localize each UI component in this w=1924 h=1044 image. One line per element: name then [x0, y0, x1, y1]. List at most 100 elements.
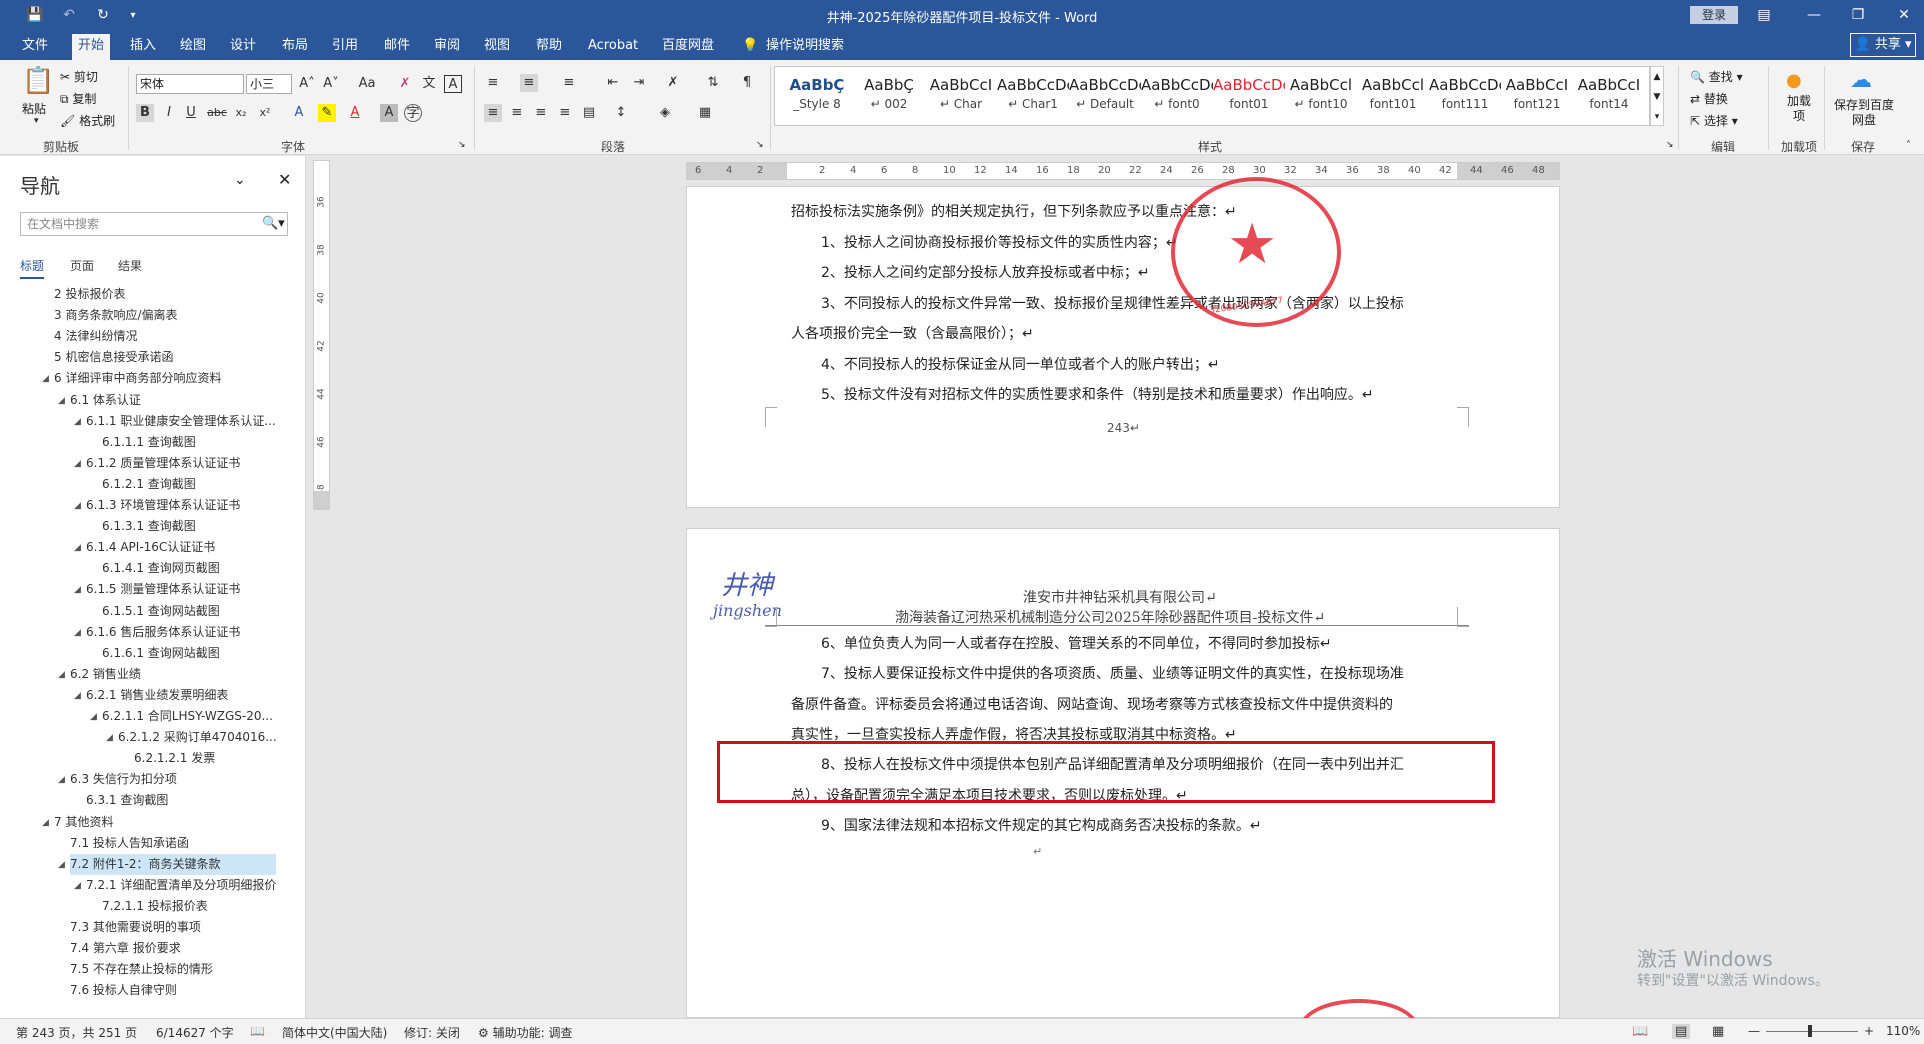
text-effects-icon[interactable]: A	[290, 104, 308, 122]
nav-heading-item[interactable]: 6.1.2 质量管理体系认证证书	[86, 453, 240, 474]
zoom-out-icon[interactable]: —	[1748, 1024, 1760, 1038]
nav-tab-pages[interactable]: 页面	[70, 257, 94, 274]
nav-heading-item[interactable]: 6.1.6 售后服务体系认证证书	[86, 622, 240, 643]
nav-heading-item[interactable]: 7 其他资料	[54, 812, 113, 833]
nav-heading-item[interactable]: 6.2.1 销售业绩发票明细表	[86, 685, 228, 706]
nav-heading-item[interactable]: 6.1.5 测量管理体系认证证书	[86, 579, 240, 600]
proofing-icon[interactable]: 📖	[250, 1024, 265, 1038]
format-painter-button[interactable]: 🖌 格式刷	[60, 112, 115, 129]
ribbon-display-icon[interactable]: ▤	[1752, 4, 1776, 26]
style-item[interactable]: AaBbÇ _Style 8	[781, 73, 853, 121]
styles-scroll[interactable]: ▲ ▼ ▾	[1650, 66, 1664, 126]
nav-heading-item[interactable]: 6.1.3.1 查询截图	[102, 516, 196, 537]
addin-button[interactable]: 加载项	[1784, 94, 1814, 124]
nav-heading-item[interactable]: 7.2.1.1 投标报价表	[102, 896, 208, 917]
web-layout-icon[interactable]: ▦	[1712, 1024, 1724, 1039]
style-item[interactable]: AaBbCcI ↵ Char	[925, 73, 997, 121]
paragraph-dialog-launcher-icon[interactable]: ↘	[756, 140, 764, 150]
style-item[interactable]: AaBbCcDc ↵ Char1	[997, 73, 1069, 121]
nav-search-input[interactable]: 在文档中搜索	[20, 212, 288, 236]
expand-arrow-icon[interactable]: ◢	[74, 501, 81, 511]
justify-icon[interactable]: ≡	[556, 104, 574, 122]
replace-button[interactable]: ⇄ 替换	[1690, 90, 1728, 107]
highlight-icon[interactable]: ✎	[318, 104, 336, 122]
tab-mailings[interactable]: 邮件	[378, 36, 416, 60]
nav-heading-item[interactable]: 6.1.1 职业健康安全管理体系认证...	[86, 411, 276, 432]
word-count[interactable]: 6/14627 个字	[156, 1024, 234, 1041]
tell-me-search[interactable]: 操作说明搜索	[760, 36, 850, 60]
tab-file[interactable]: 文件	[16, 36, 54, 60]
nav-heading-item[interactable]: 6.2.1.1 合同LHSY-WZGS-20...	[102, 706, 273, 727]
nav-heading-item[interactable]: 7.5 不存在禁止投标的情形	[70, 959, 213, 980]
distributed-icon[interactable]: ▤	[580, 104, 598, 122]
nav-tab-headings[interactable]: 标题	[20, 257, 45, 279]
font-size-select[interactable]: 小三	[246, 74, 292, 94]
expand-arrow-icon[interactable]: ◢	[90, 712, 97, 722]
nav-heading-item[interactable]: 6 详细评审中商务部分响应资料	[54, 368, 221, 389]
borders-icon[interactable]: ▦	[696, 104, 714, 122]
nav-heading-item[interactable]: 7.3 其他需要说明的事项	[70, 917, 201, 938]
track-changes[interactable]: 修订: 关闭	[404, 1024, 460, 1041]
styles-dialog-launcher-icon[interactable]: ↘	[1666, 140, 1674, 150]
nav-heading-item[interactable]: 6.1.6.1 查询网站截图	[102, 643, 220, 664]
align-left-icon[interactable]: ≡	[484, 104, 502, 122]
nav-heading-item[interactable]: 6.1.2.1 查询截图	[102, 474, 196, 495]
numbering-icon[interactable]: ≡	[520, 74, 538, 92]
print-layout-icon[interactable]: ▤	[1672, 1024, 1691, 1039]
underline-icon[interactable]: U	[182, 104, 200, 122]
find-button[interactable]: 🔍 查找 ▾	[1690, 68, 1743, 85]
zoom-level[interactable]: 110%	[1886, 1024, 1920, 1038]
tab-review[interactable]: 审阅	[428, 36, 466, 60]
nav-heading-item[interactable]: 7.4 第六章 报价要求	[70, 938, 181, 959]
align-center-icon[interactable]: ≡	[508, 104, 526, 122]
search-icon[interactable]: 🔍▾	[262, 216, 285, 231]
nav-heading-item[interactable]: 3 商务条款响应/偏离表	[54, 305, 178, 326]
nav-heading-item[interactable]: 6.1.3 环境管理体系认证证书	[86, 495, 240, 516]
align-right-icon[interactable]: ≡	[532, 104, 550, 122]
nav-heading-item[interactable]: 6.1.1.1 查询截图	[102, 432, 196, 453]
tab-view[interactable]: 视图	[478, 36, 516, 60]
tab-baidu-netdisk[interactable]: 百度网盘	[656, 36, 720, 60]
expand-arrow-icon[interactable]: ◢	[58, 775, 65, 785]
tab-acrobat[interactable]: Acrobat	[582, 36, 644, 60]
addin-icon[interactable]: ●	[1786, 70, 1802, 91]
baidu-cloud-icon[interactable]: ☁	[1850, 68, 1872, 93]
zoom-in-icon[interactable]: +	[1864, 1024, 1874, 1038]
font-color-icon[interactable]: A	[346, 104, 364, 122]
style-item[interactable]: AaBbÇ ↵ 002	[853, 73, 925, 121]
style-item[interactable]: AaBbCcDc font01	[1213, 73, 1285, 121]
decrease-indent-icon[interactable]: ⇤	[604, 74, 622, 92]
style-item[interactable]: AaBbCcDc font111	[1429, 73, 1501, 121]
character-shading-icon[interactable]: A	[380, 104, 398, 122]
expand-arrow-icon[interactable]: ◢	[74, 459, 81, 469]
expand-arrow-icon[interactable]: ◢	[74, 881, 81, 891]
language[interactable]: 简体中文(中国大陆)	[282, 1024, 387, 1041]
nav-heading-item[interactable]: 5 机密信息接受承诺函	[54, 347, 173, 368]
nav-heading-item[interactable]: 6.3.1 查询截图	[86, 790, 168, 811]
tab-references[interactable]: 引用	[326, 36, 364, 60]
nav-heading-item[interactable]: 6.2.1.2 采购订单4704016...	[118, 727, 277, 748]
tab-home[interactable]: 开始	[72, 34, 111, 60]
nav-heading-item[interactable]: 6.1 体系认证	[70, 390, 141, 411]
grow-font-icon[interactable]: A˄	[298, 75, 316, 93]
close-icon[interactable]: ✕	[1892, 4, 1916, 26]
line-spacing-icon[interactable]: ↕	[612, 104, 630, 122]
style-item[interactable]: AaBbCcl font101	[1357, 73, 1429, 121]
shading-icon[interactable]: ◈	[656, 104, 674, 122]
nav-options-icon[interactable]: ⌄	[234, 172, 246, 188]
nav-heading-item[interactable]: 6.1.4.1 查询网页截图	[102, 558, 220, 579]
nav-heading-item[interactable]: 7.1 投标人告知承诺函	[70, 833, 189, 854]
style-item[interactable]: AaBbCcI font121	[1501, 73, 1573, 121]
zoom-slider[interactable]	[1766, 1031, 1858, 1032]
nav-heading-item[interactable]: 6.2 销售业绩	[70, 664, 141, 685]
expand-arrow-icon[interactable]: ◢	[42, 374, 49, 384]
collapse-ribbon-icon[interactable]: ˄	[1906, 140, 1911, 151]
nav-heading-item[interactable]: 4 法律纠纷情况	[54, 326, 137, 347]
strikethrough-icon[interactable]: abc	[206, 104, 228, 122]
nav-heading-item[interactable]: 6.2.1.2.1 发票	[134, 748, 215, 769]
paste-button[interactable]: 粘贴	[22, 100, 46, 117]
tab-insert[interactable]: 插入	[124, 36, 162, 60]
bullets-icon[interactable]: ≡	[484, 74, 502, 92]
style-item[interactable]: AaBbCcDc ↵ font0	[1141, 73, 1213, 121]
paste-dropdown-icon[interactable]: ▾	[34, 116, 39, 126]
